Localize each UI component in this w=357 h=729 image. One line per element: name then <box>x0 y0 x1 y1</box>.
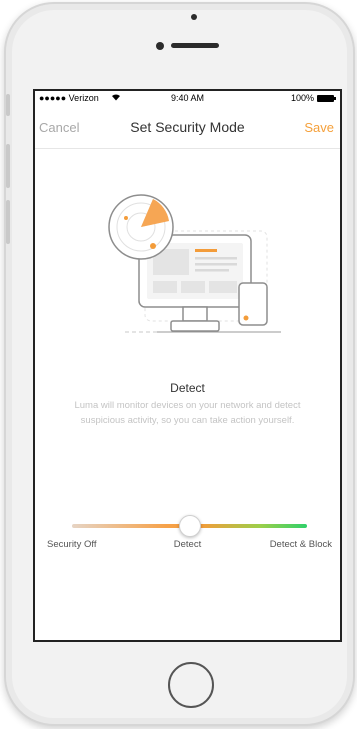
screen: ●●●●● Verizon 9:40 AM 100% Cancel Set Se… <box>33 89 342 642</box>
status-bar: ●●●●● Verizon 9:40 AM 100% <box>35 91 340 105</box>
slider-label-detect-block[interactable]: Detect & Block <box>270 539 332 550</box>
mode-description: Luma will monitor devices on your networ… <box>74 400 301 426</box>
mute-switch <box>6 94 10 116</box>
proximity-sensor <box>191 14 197 20</box>
save-button[interactable]: Save <box>304 120 334 135</box>
front-camera <box>156 42 164 50</box>
battery-percent: 100% <box>290 93 314 103</box>
home-button[interactable] <box>168 662 214 708</box>
security-mode-slider[interactable] <box>72 515 307 537</box>
battery-icon <box>317 94 336 102</box>
page-title: Set Security Mode <box>130 119 245 135</box>
radar-monitor-illustration <box>108 194 281 333</box>
battery-indicator: 100% <box>290 93 336 103</box>
volume-down-button <box>6 200 10 244</box>
earpiece-speaker <box>171 43 219 48</box>
slider-thumb[interactable] <box>178 515 201 537</box>
volume-up-button <box>6 144 10 188</box>
navigation-bar: Cancel Set Security Mode Save <box>35 105 340 149</box>
mode-title: Detect <box>170 381 205 395</box>
